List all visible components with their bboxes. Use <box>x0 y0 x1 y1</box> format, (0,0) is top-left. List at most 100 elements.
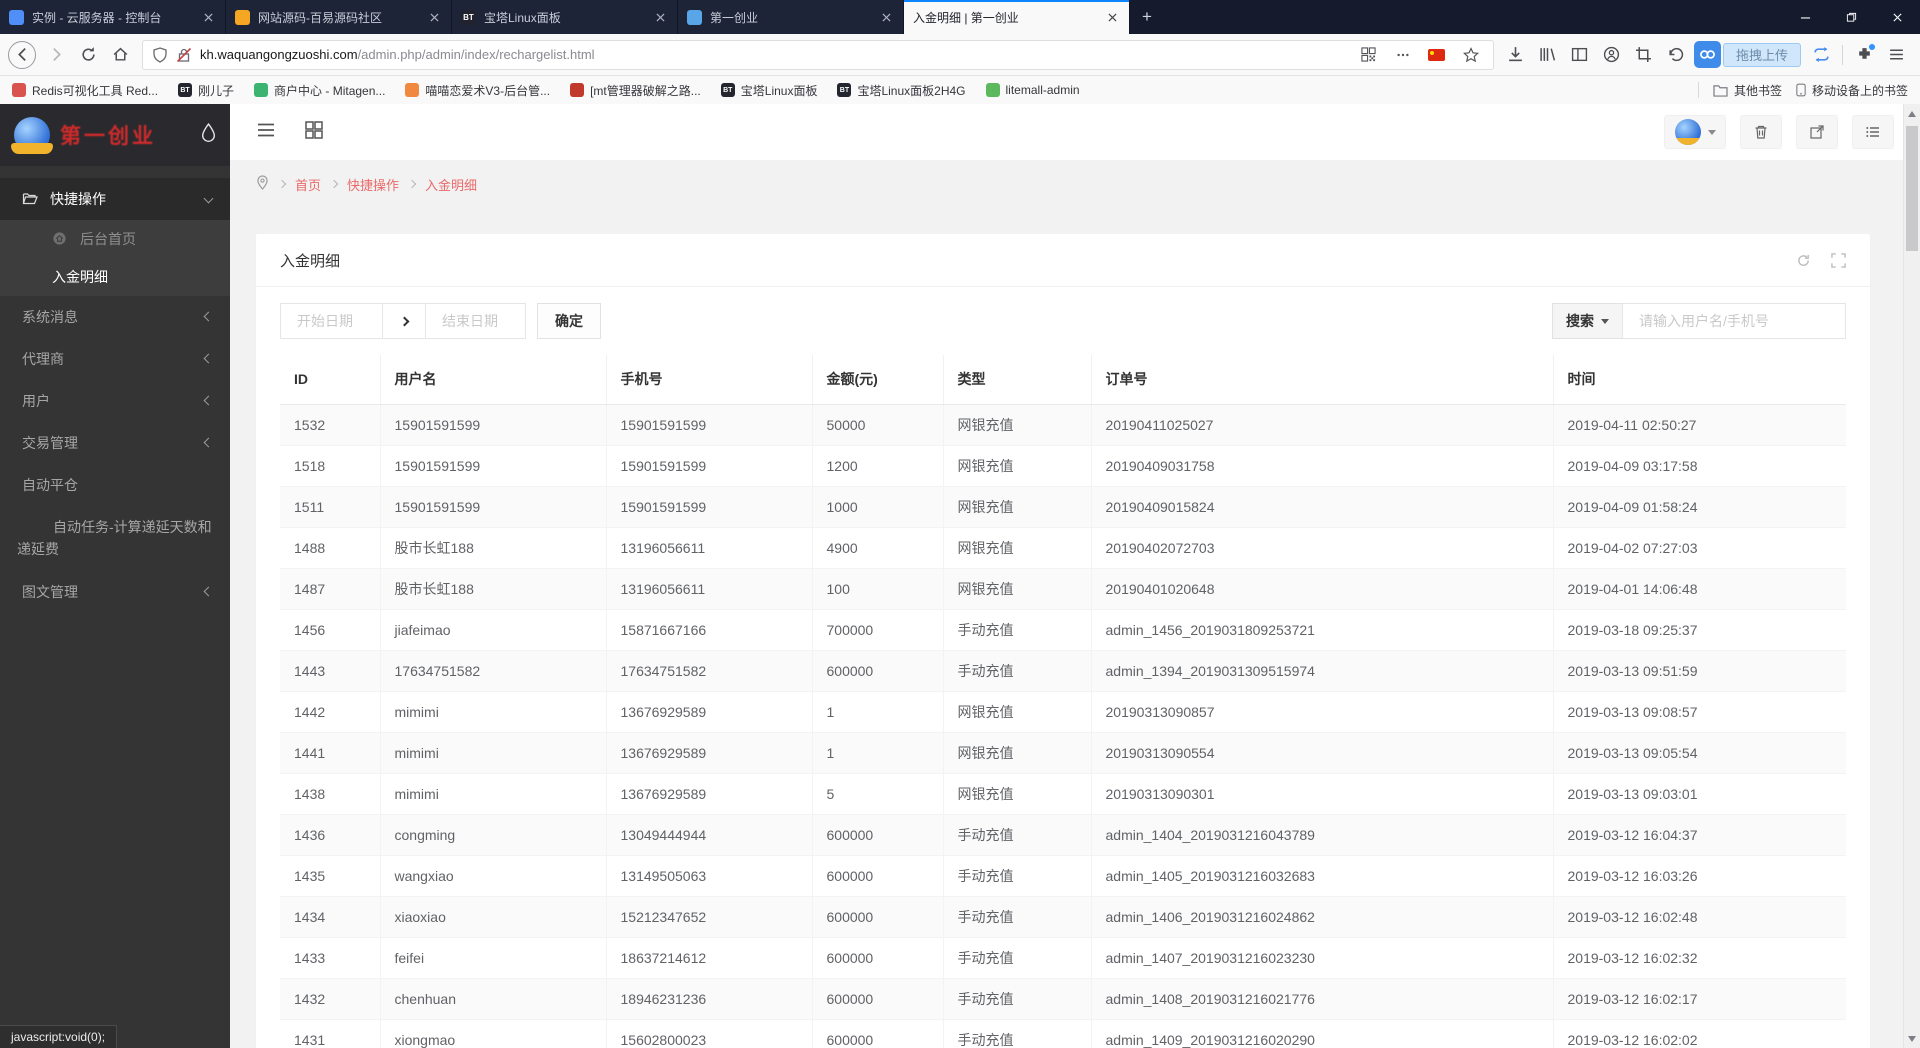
breadcrumb-link[interactable]: 快捷操作 <box>347 175 399 194</box>
tab-close-icon[interactable] <box>200 9 216 25</box>
refresh-icon[interactable] <box>1796 253 1811 268</box>
log-list-button[interactable] <box>1852 115 1894 149</box>
home-button[interactable] <box>104 40 136 70</box>
close-window-button[interactable] <box>1874 0 1920 34</box>
sync-icon[interactable] <box>1805 40 1837 70</box>
restore-button[interactable] <box>1828 0 1874 34</box>
url-text[interactable]: kh.waquangongzuoshi.com/admin.php/admin/… <box>200 47 1348 62</box>
table-cell: 2019-03-12 16:02:48 <box>1553 896 1846 937</box>
start-date-input[interactable] <box>280 303 382 339</box>
table-cell: mimimi <box>380 732 606 773</box>
table-cell: 手动充值 <box>943 896 1091 937</box>
extensions-icon[interactable] <box>1848 40 1880 70</box>
apps-grid-icon[interactable] <box>304 120 324 145</box>
bookmark-item[interactable]: 商户中心 - Mitagen... <box>254 82 385 99</box>
page-scrollbar[interactable] <box>1903 104 1920 1048</box>
table-cell: 600000 <box>812 855 943 896</box>
admin-sidebar: 第一创业 快捷操作后台首页入金明细系统消息代理商用户交易管理自动平仓自动任务-计… <box>0 104 230 1048</box>
collapse-menu-icon[interactable] <box>256 120 276 145</box>
tab-close-icon[interactable] <box>652 9 668 25</box>
qr-code-icon[interactable] <box>1356 42 1382 68</box>
sidebar-item-link[interactable]: 快捷操作 <box>0 178 230 220</box>
bookmark-label: 商户中心 - Mitagen... <box>274 82 385 99</box>
browser-tab[interactable]: 实例 - 云服务器 - 控制台 <box>0 0 226 34</box>
table-cell: 15901591599 <box>606 445 812 486</box>
table-cell: 手动充值 <box>943 855 1091 896</box>
search-box: 搜索 <box>1552 303 1846 339</box>
library-icon[interactable] <box>1532 40 1564 70</box>
browser-tab[interactable]: BT宝塔Linux面板 <box>452 0 678 34</box>
table-cell: 股市长虹188 <box>380 527 606 568</box>
tab-close-icon[interactable] <box>878 9 894 25</box>
user-avatar-button[interactable] <box>1664 115 1726 149</box>
sidebar-item-link[interactable]: 代理商 <box>0 338 230 380</box>
browser-tab[interactable]: 网站源码-百易源码社区 <box>226 0 452 34</box>
sidebar-toggle-icon[interactable] <box>1564 40 1596 70</box>
clear-cache-button[interactable] <box>1740 115 1782 149</box>
search-input[interactable] <box>1622 303 1846 339</box>
sidebar-item-active[interactable]: 入金明细 <box>0 258 230 296</box>
bookmark-item[interactable]: litemall-admin <box>986 83 1080 97</box>
bookmark-item[interactable]: [mt管理器破解之路... <box>570 82 701 99</box>
shield-icon[interactable] <box>152 47 168 63</box>
back-button[interactable] <box>8 41 36 69</box>
table-cell: 2019-03-12 16:03:26 <box>1553 855 1846 896</box>
tab-close-icon[interactable] <box>426 9 442 25</box>
address-bar[interactable]: kh.waquangongzuoshi.com/admin.php/admin/… <box>142 40 1494 70</box>
table-cell: 600000 <box>812 937 943 978</box>
new-tab-button[interactable]: + <box>1130 0 1164 34</box>
tab-title: 网站源码-百易源码社区 <box>258 9 418 26</box>
chevron-left-icon <box>204 587 214 597</box>
sidebar-item-link[interactable]: 自动平仓 <box>0 464 230 506</box>
scroll-down-arrow[interactable] <box>1904 1030 1920 1047</box>
reload-button[interactable] <box>72 40 104 70</box>
undo-history-icon[interactable] <box>1660 40 1692 70</box>
sidebar-item-link[interactable]: 自动任务-计算递延天数和递延费 <box>0 506 230 571</box>
breadcrumb-link[interactable]: 首页 <box>295 175 321 194</box>
sidebar-item-link[interactable]: 用户 <box>0 380 230 422</box>
end-date-input[interactable] <box>426 303 526 339</box>
account-icon[interactable] <box>1596 40 1628 70</box>
other-bookmarks-button[interactable]: 其他书签 <box>1713 82 1782 99</box>
open-site-button[interactable] <box>1796 115 1838 149</box>
browser-tab[interactable]: 第一创业 <box>678 0 904 34</box>
sidebar-item-link[interactable]: 图文管理 <box>0 571 230 613</box>
date-range-arrow-button[interactable] <box>382 303 426 339</box>
downloads-icon[interactable] <box>1500 40 1532 70</box>
browser-tab[interactable]: 入金明细 | 第一创业 <box>904 0 1130 34</box>
menu-hamburger-icon[interactable] <box>1880 40 1912 70</box>
droplet-icon[interactable] <box>201 123 216 147</box>
fullscreen-icon[interactable] <box>1831 253 1846 268</box>
tab-close-icon[interactable] <box>1104 9 1120 25</box>
netdisk-upload-badge[interactable] <box>1694 41 1721 68</box>
bookmark-label: 刚儿子 <box>198 82 234 99</box>
sidebar-item-link[interactable]: 后台首页 <box>0 220 230 258</box>
chevron-down-icon <box>1601 319 1609 324</box>
insecure-lock-icon[interactable] <box>176 47 192 63</box>
bookmark-star-icon[interactable] <box>1458 42 1484 68</box>
search-dropdown-button[interactable]: 搜索 <box>1552 303 1622 339</box>
bookmark-item[interactable]: BT宝塔Linux面板 <box>721 82 818 99</box>
brand-logo[interactable]: 第一创业 <box>0 104 230 166</box>
screenshot-icon[interactable] <box>1628 40 1660 70</box>
bookmark-item[interactable]: 喵喵恋爱术V3-后台管... <box>405 82 550 99</box>
scroll-up-arrow[interactable] <box>1904 105 1920 122</box>
scrollbar-thumb[interactable] <box>1906 126 1918 251</box>
bookmark-item[interactable]: BT宝塔Linux面板2H4G <box>837 82 965 99</box>
breadcrumb-link[interactable]: 入金明细 <box>425 175 477 194</box>
bookmark-favicon-icon <box>12 83 26 97</box>
page-actions-icon[interactable] <box>1390 42 1416 68</box>
table-row: 1431xiongmao15602800023600000手动充值admin_1… <box>280 1019 1846 1048</box>
sidebar-item-link[interactable]: 系统消息 <box>0 296 230 338</box>
minimize-button[interactable] <box>1782 0 1828 34</box>
bookmark-item[interactable]: BT刚儿子 <box>178 82 234 99</box>
confirm-button[interactable]: 确定 <box>537 303 601 339</box>
mobile-bookmarks-button[interactable]: 移动设备上的书签 <box>1796 82 1908 99</box>
forward-button[interactable] <box>40 40 72 70</box>
bookmark-item[interactable]: Redis可视化工具 Red... <box>12 82 158 99</box>
sidebar-item-link[interactable]: 交易管理 <box>0 422 230 464</box>
table-cell: 18946231236 <box>606 978 812 1019</box>
table-row: 1433feifei18637214612600000手动充值admin_140… <box>280 937 1846 978</box>
table-row: 1438mimimi136769295895网银充值20190313090301… <box>280 773 1846 814</box>
translate-flag-icon[interactable] <box>1424 42 1450 68</box>
